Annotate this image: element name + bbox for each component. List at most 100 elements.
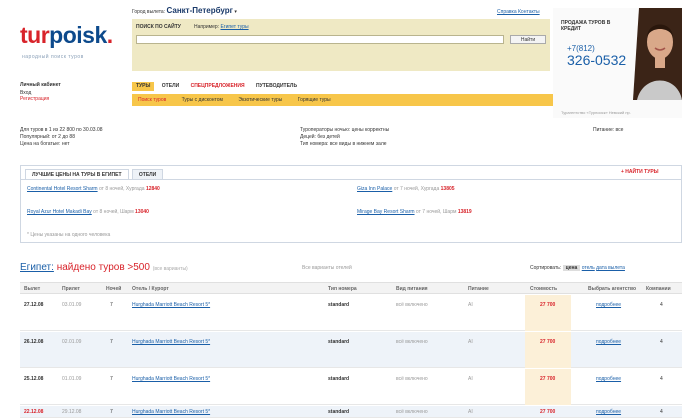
- param-children: Децей: без детей: [300, 134, 340, 140]
- col-price[interactable]: Стоимость: [530, 286, 557, 292]
- search-example-link[interactable]: Египет туры: [220, 24, 248, 30]
- best-offer[interactable]: Mirage Bay Resort Sharm от 7 ночей, Шарм…: [357, 209, 677, 215]
- search-params-left: Для туров в 1 из 22 800 по 30.03.08 Попу…: [20, 127, 103, 148]
- results-sub[interactable]: Все варианты отелей: [302, 265, 352, 271]
- logo-dot: .: [106, 22, 113, 48]
- cell-hotel[interactable]: Hurghada Marriott Beach Resort 5*: [132, 376, 210, 382]
- subnav-search[interactable]: Поиск туров: [138, 97, 166, 103]
- tab-special[interactable]: СПЕЦПРЕДЛОЖЕНИЯ: [187, 82, 249, 91]
- tab-best-hotels[interactable]: ОТЕЛИ: [131, 169, 164, 179]
- cell-price: 27 700: [540, 376, 556, 382]
- search-panel: ПОИСК ПО САЙТУ Например: Египет туры Най…: [132, 19, 550, 71]
- city-selector[interactable]: Город вылета: Санкт-Петербург ▾: [132, 6, 237, 15]
- promo-title: ПРОДАЖА ТУРОВ В КРЕДИТ: [561, 20, 611, 32]
- account-register[interactable]: Регистрация: [20, 96, 126, 102]
- cell-companies: 4: [660, 302, 663, 308]
- tab-guide[interactable]: ПУТЕВОДИТЕЛЬ: [252, 82, 301, 91]
- tab-best-tours[interactable]: ЛУЧШИЕ ЦЕНЫ НА ТУРЫ В ЕГИПЕТ: [25, 169, 129, 179]
- cell-companies: 4: [660, 376, 663, 382]
- cell-nights: 7: [110, 376, 113, 382]
- search-params-mid: Туроператоры ночью: цены корректны Децей…: [300, 127, 389, 148]
- cell-hotel[interactable]: Hurghada Marriott Beach Resort 5*: [132, 409, 210, 415]
- promo-phone: 326-0532: [567, 52, 627, 68]
- search-input[interactable]: [136, 35, 504, 44]
- main-nav: ТУРЫ ОТЕЛИ СПЕЦПРЕДЛОЖЕНИЯ ПУТЕВОДИТЕЛЬ: [132, 82, 303, 91]
- best-tabs: ЛУЧШИЕ ЦЕНЫ НА ТУРЫ В ЕГИПЕТ ОТЕЛИ: [25, 169, 165, 179]
- cell-hotel[interactable]: Hurghada Marriott Beach Resort 5*: [132, 339, 210, 345]
- find-tours-button[interactable]: + НАЙТИ ТУРЫ: [621, 169, 659, 175]
- price-cell-bg: [525, 295, 571, 331]
- param-operators: Туроператоры ночью: цены корректны: [300, 127, 390, 133]
- best-offer[interactable]: Continental Hotel Resort Sharm от 8 ноче…: [27, 186, 347, 192]
- table-row[interactable]: 26.12.08 02.01.09 7 Hurghada Marriott Be…: [20, 332, 682, 368]
- results-count: найдено туров >500: [56, 262, 150, 273]
- search-button[interactable]: Найти: [510, 35, 546, 44]
- offer-hotel[interactable]: Giza Inn Palace: [357, 186, 392, 192]
- cell-return: 02.01.09: [62, 339, 82, 345]
- search-example-prefix: Например:: [194, 24, 220, 30]
- offer-hotel[interactable]: Continental Hotel Resort Sharm: [27, 186, 98, 192]
- promo-woman-image: [633, 8, 682, 100]
- col-room[interactable]: Тип номера: [328, 286, 357, 292]
- subnav-hot[interactable]: Горящие туры: [298, 97, 331, 103]
- cell-meal: AI: [468, 339, 473, 345]
- tagline: народный поиск туров: [22, 54, 84, 60]
- param-meal: Питание: все: [593, 127, 624, 133]
- city-label: Город вылета:: [132, 9, 166, 15]
- offer-desc: от 7 ночей, Хургада: [393, 186, 440, 192]
- table-row[interactable]: 25.12.08 01.01.09 7 Hurghada Marriott Be…: [20, 369, 682, 405]
- sort-hotel[interactable]: отель: [582, 265, 595, 271]
- tab-tours[interactable]: ТУРЫ: [132, 82, 155, 91]
- best-offer[interactable]: Royal Azur Hotel Makadi Bay от 8 ночей, …: [27, 209, 347, 215]
- sort-date[interactable]: дата вылета: [596, 265, 625, 271]
- cell-meal: AI: [468, 376, 473, 382]
- cell-price: 27 700: [540, 339, 556, 345]
- sort-price[interactable]: цена: [562, 265, 581, 271]
- col-departure[interactable]: Вылет: [24, 286, 40, 292]
- logo-tur: tur: [20, 22, 50, 48]
- subnav-exotic[interactable]: Экзотические туры: [238, 97, 282, 103]
- offer-hotel[interactable]: Royal Azur Hotel Makadi Bay: [27, 209, 92, 215]
- best-offer[interactable]: Giza Inn Palace от 7 ночей, Хургада 1380…: [357, 186, 677, 192]
- subnav-discount[interactable]: Туры с дисконтом: [182, 97, 223, 103]
- site-logo[interactable]: turpoisk.: [20, 22, 113, 49]
- best-prices-panel: ЛУЧШИЕ ЦЕНЫ НА ТУРЫ В ЕГИПЕТ ОТЕЛИ + НАЙ…: [20, 165, 682, 243]
- col-companies[interactable]: Компании: [646, 286, 671, 292]
- cell-departure: 25.12.08: [24, 376, 44, 382]
- cell-agency[interactable]: подробнее: [596, 302, 621, 308]
- table-row[interactable]: 22.12.08 29.12.08 7 Hurghada Marriott Be…: [20, 406, 682, 418]
- col-return[interactable]: Прилет: [62, 286, 80, 292]
- city-value[interactable]: Санкт-Петербург: [167, 6, 234, 15]
- col-agency[interactable]: Выбрать агентство: [588, 286, 636, 292]
- cell-nights: 7: [110, 339, 113, 345]
- cell-return: 03.01.09: [62, 302, 82, 308]
- table-row[interactable]: 27.12.08 03.01.09 7 Hurghada Marriott Be…: [20, 295, 682, 331]
- col-meal[interactable]: Питание: [468, 286, 489, 292]
- col-nights[interactable]: Ночей: [106, 286, 121, 292]
- cell-hotel[interactable]: Hurghada Marriott Beach Resort 5*: [132, 302, 210, 308]
- cell-departure: 27.12.08: [24, 302, 44, 308]
- credit-promo[interactable]: ПРОДАЖА ТУРОВ В КРЕДИТ +7(812) 326-0532 …: [553, 8, 682, 118]
- cell-meal-type: всё включено: [396, 302, 428, 308]
- cell-price: 27 700: [540, 302, 556, 308]
- cell-agency[interactable]: подробнее: [596, 409, 621, 415]
- tab-hotels[interactable]: ОТЕЛИ: [158, 82, 183, 91]
- col-hotel[interactable]: Отель / Курорт: [132, 286, 169, 292]
- results-country[interactable]: Египет:: [20, 262, 54, 273]
- offer-hotel[interactable]: Mirage Bay Resort Sharm: [357, 209, 415, 215]
- cell-agency[interactable]: подробнее: [596, 339, 621, 345]
- results-all[interactable]: (все варианты): [153, 266, 188, 272]
- col-meal-type[interactable]: Вид питания: [396, 286, 428, 292]
- cell-return: 29.12.08: [62, 409, 82, 415]
- cell-room: standard: [328, 302, 350, 308]
- cell-meal: AI: [468, 302, 473, 308]
- top-links[interactable]: Справка Контакты: [497, 9, 540, 15]
- cell-companies: 4: [660, 409, 663, 415]
- sort-control: Сортировать: цена отель дата вылета: [530, 265, 625, 271]
- best-note: * Цены указаны на одного человека: [27, 232, 111, 238]
- chevron-down-icon: ▾: [234, 9, 237, 15]
- offer-desc: от 7 ночей, Шарм: [415, 209, 457, 215]
- cell-agency[interactable]: подробнее: [596, 376, 621, 382]
- cell-meal-type: всё включено: [396, 339, 428, 345]
- cell-price: 27 700: [540, 409, 556, 415]
